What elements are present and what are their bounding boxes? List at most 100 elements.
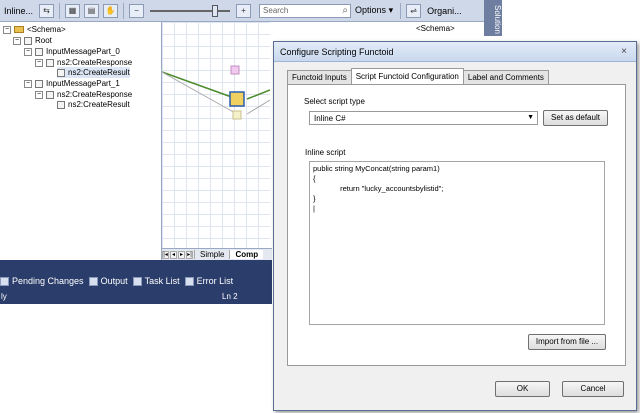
- tree-label: <Schema>: [416, 24, 455, 33]
- empty-area: [0, 304, 272, 413]
- tab-panel: Select script type Inline C# ▼ Set as de…: [287, 84, 626, 366]
- search-input[interactable]: Search ⌕: [259, 3, 352, 18]
- inline-script-label: Inline script: [305, 148, 346, 157]
- tab-pending-changes[interactable]: Pending Changes: [0, 276, 84, 286]
- collapse-icon[interactable]: −: [24, 47, 32, 56]
- mapper-grid[interactable]: [162, 22, 270, 248]
- record-node-icon: [46, 90, 54, 99]
- tree-label: ns2:CreateResponse: [57, 90, 133, 99]
- tree-label: ns2:CreateResult: [68, 100, 130, 109]
- switch-icon[interactable]: ⇆: [39, 3, 55, 18]
- cancel-button[interactable]: Cancel: [562, 381, 624, 397]
- ok-button[interactable]: OK: [495, 381, 550, 397]
- tab-task-list[interactable]: Task List: [132, 276, 180, 286]
- line-number: Ln 2: [222, 292, 238, 301]
- tab-script-functoid-configuration[interactable]: Script Functoid Configuration: [350, 68, 464, 84]
- pending-changes-icon: [0, 276, 9, 286]
- tool-window-tabs: Pending Changes Output Task List Error L…: [0, 274, 238, 288]
- tab-functoid-inputs[interactable]: Functoid Inputs: [287, 70, 352, 84]
- status-bar: ly Ln 2: [0, 291, 272, 304]
- field-node-icon: [57, 68, 65, 77]
- import-from-file-button[interactable]: Import from file ...: [528, 334, 606, 350]
- hand-icon[interactable]: ✋: [103, 3, 119, 18]
- zoom-in-button[interactable]: +: [236, 3, 252, 18]
- tree-row-part0-result[interactable]: ns2:CreateResult: [57, 67, 130, 78]
- configure-scripting-functoid-dialog: Configure Scripting Functoid × Functoid …: [273, 41, 637, 411]
- tab-simple[interactable]: Simple: [194, 250, 229, 259]
- link-lines: [162, 65, 270, 120]
- search-placeholder: Search: [263, 5, 289, 15]
- close-icon[interactable]: ×: [618, 46, 630, 58]
- tree-row-part0[interactable]: − InputMessagePart_0: [24, 46, 120, 57]
- collapse-icon[interactable]: −: [24, 79, 32, 88]
- tree-row-part1-result[interactable]: ns2:CreateResult: [57, 99, 130, 110]
- document-title[interactable]: Inline...: [0, 6, 37, 16]
- field-node-icon: [57, 100, 65, 109]
- first-page-icon[interactable]: |◂: [162, 250, 169, 259]
- chevron-down-icon[interactable]: ▼: [527, 114, 534, 121]
- tab-label: Error List: [196, 276, 234, 286]
- tree-row-root[interactable]: − Root: [13, 35, 52, 46]
- tree-label: Root: [35, 36, 52, 45]
- source-schema-tree: − <Schema> − Root − InputMessagePart_0 −…: [0, 22, 162, 260]
- link-line[interactable]: [162, 71, 238, 115]
- task-list-icon: [132, 276, 142, 286]
- toolbar-separator: [59, 2, 61, 19]
- prev-page-icon[interactable]: ◂: [170, 250, 177, 259]
- destination-schema-header[interactable]: <Schema>: [400, 22, 490, 42]
- designer-toolbar: Inline... ⇆ ▦ ▤ ✋ − + Search ⌕ Options ▾ …: [0, 0, 490, 22]
- options-menu[interactable]: Options ▾: [351, 5, 397, 16]
- tree-label: InputMessagePart_0: [46, 47, 120, 56]
- zoom-slider-thumb[interactable]: [212, 4, 219, 17]
- grid-alt-icon[interactable]: ▤: [84, 3, 100, 18]
- record-node-icon: [35, 47, 43, 56]
- link-line[interactable]: [162, 71, 238, 100]
- collapse-icon[interactable]: −: [13, 36, 21, 45]
- functoid-icon[interactable]: [232, 110, 242, 120]
- grid-page-tabs: |◂ ◂ ▸ ▸| Simple Comp: [162, 248, 272, 260]
- dialog-title-bar[interactable]: Configure Scripting Functoid ×: [274, 42, 636, 62]
- options-label: Options: [355, 5, 387, 15]
- record-node-icon: [35, 79, 43, 88]
- scripting-functoid-icon[interactable]: [229, 91, 245, 107]
- script-type-select[interactable]: Inline C# ▼: [309, 111, 538, 125]
- next-page-icon[interactable]: ▸: [178, 250, 185, 259]
- output-icon: [88, 276, 98, 286]
- tab-output[interactable]: Output: [88, 276, 128, 286]
- tree-label: <Schema>: [27, 25, 66, 34]
- collapse-icon[interactable]: −: [35, 58, 43, 67]
- link-line[interactable]: [246, 99, 270, 115]
- functoid-icon[interactable]: [230, 65, 240, 75]
- search-icon[interactable]: ⌕: [342, 5, 348, 16]
- organize-icon[interactable]: ⇌: [406, 3, 422, 18]
- tree-label: ns2:CreateResult: [68, 68, 130, 77]
- toolbar-separator: [400, 2, 402, 19]
- tree-label: InputMessagePart_1: [46, 79, 120, 88]
- record-node-icon: [24, 36, 32, 45]
- dialog-title: Configure Scripting Functoid: [280, 47, 394, 57]
- tab-error-list[interactable]: Error List: [184, 276, 234, 286]
- zoom-out-button[interactable]: −: [129, 3, 145, 18]
- script-type-value: Inline C#: [314, 114, 346, 123]
- record-node-icon: [46, 58, 54, 67]
- organize-menu[interactable]: Organi...: [423, 6, 466, 16]
- dialog-tabs: Functoid Inputs Script Functoid Configur…: [287, 68, 549, 84]
- tab-comp[interactable]: Comp: [229, 250, 264, 259]
- tree-label: ns2:CreateResponse: [57, 58, 133, 67]
- tab-label-and-comments[interactable]: Label and Comments: [462, 70, 549, 84]
- error-list-icon: [184, 276, 194, 286]
- tree-row-part1[interactable]: − InputMessagePart_1: [24, 78, 120, 89]
- status-text: ly: [1, 292, 7, 301]
- set-as-default-button[interactable]: Set as default: [543, 110, 608, 126]
- zoom-slider[interactable]: [150, 4, 231, 17]
- tree-row-schema[interactable]: − <Schema>: [3, 24, 66, 35]
- last-page-icon[interactable]: ▸|: [186, 250, 193, 259]
- inline-script-editor[interactable]: public string MyConcat(string param1) { …: [309, 161, 605, 325]
- link-line[interactable]: [246, 89, 270, 100]
- collapse-icon[interactable]: −: [3, 25, 11, 34]
- collapse-icon[interactable]: −: [35, 90, 43, 99]
- tab-label: Task List: [144, 276, 180, 286]
- grid-view-icon[interactable]: ▦: [65, 3, 81, 18]
- tab-label: Output: [100, 276, 128, 286]
- tab-label: Pending Changes: [12, 276, 84, 286]
